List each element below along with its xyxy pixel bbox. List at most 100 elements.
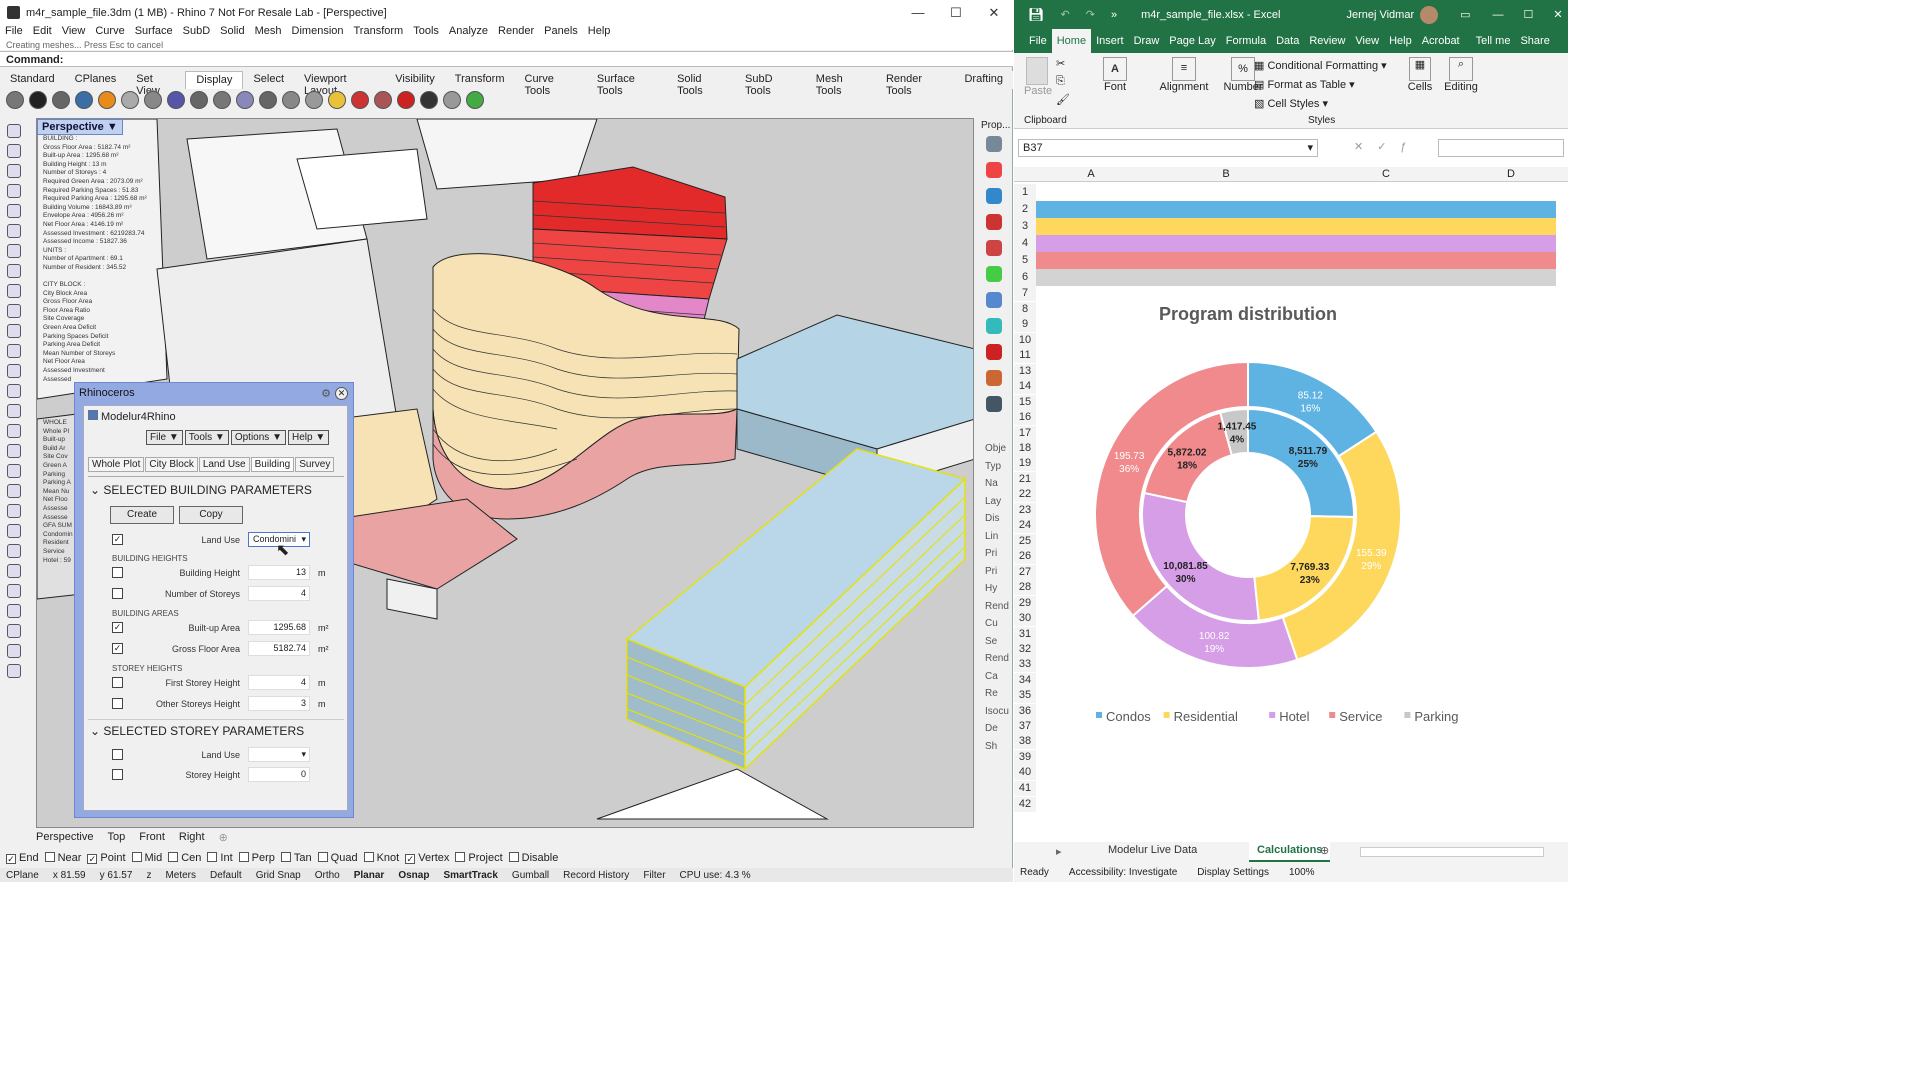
row-number[interactable]: 24: [1014, 518, 1036, 533]
status-osnap[interactable]: Osnap: [398, 870, 429, 881]
row-number[interactable]: 13: [1014, 364, 1036, 379]
status-display-settings[interactable]: Display Settings: [1197, 867, 1269, 878]
land-use-checkbox[interactable]: ✓: [112, 534, 123, 545]
checkbox[interactable]: [168, 852, 179, 862]
ribbon-tab-review[interactable]: Review: [1304, 29, 1350, 53]
status-gumball[interactable]: Gumball: [512, 870, 549, 881]
modeling-tool-icon[interactable]: [7, 584, 21, 598]
tab-select[interactable]: Select: [243, 71, 294, 89]
ribbon-tab-share[interactable]: Share: [1515, 29, 1554, 53]
display-tool-icon[interactable]: [420, 91, 438, 109]
viewport-tab-right[interactable]: Right: [179, 831, 205, 844]
status-planar[interactable]: Planar: [354, 870, 385, 881]
modeling-tool-icon[interactable]: [7, 244, 21, 258]
storey-height-field[interactable]: 0: [248, 767, 310, 782]
row-number[interactable]: 16: [1014, 410, 1036, 425]
tab-visibility[interactable]: Visibility: [385, 71, 445, 89]
osnap-quad[interactable]: Quad: [317, 852, 358, 864]
ribbon-tab-page-lay[interactable]: Page Lay: [1164, 29, 1220, 53]
cell-parking[interactable]: [1306, 269, 1416, 286]
redo-icon[interactable]: ↷: [1086, 8, 1095, 21]
row-number[interactable]: 15: [1014, 395, 1036, 410]
tab-surface-tools[interactable]: Surface Tools: [587, 71, 667, 97]
viewport-tab-top[interactable]: Top: [107, 831, 125, 844]
row-number[interactable]: 34: [1014, 673, 1036, 688]
panel-tool-icon[interactable]: [986, 162, 1002, 178]
osnap-cen[interactable]: Cen: [168, 852, 201, 864]
row-number[interactable]: 41: [1014, 781, 1036, 796]
modeling-tool-icon[interactable]: [7, 604, 21, 618]
modeling-tool-icon[interactable]: [7, 504, 21, 518]
panel-tool-icon[interactable]: [986, 318, 1002, 334]
plugin-menu-help[interactable]: Help ▼: [287, 430, 330, 445]
gear-icon[interactable]: ⚙: [321, 387, 331, 400]
row-number[interactable]: 4: [1014, 235, 1036, 252]
status-record-history[interactable]: Record History: [563, 870, 629, 881]
modeling-tool-icon[interactable]: [7, 264, 21, 278]
tab-drafting[interactable]: Drafting: [954, 71, 1013, 89]
copy-icon[interactable]: ⎘: [1056, 75, 1065, 88]
display-tool-icon[interactable]: [6, 91, 24, 109]
modeling-tool-icon[interactable]: [7, 284, 21, 298]
row-number[interactable]: 21: [1014, 472, 1036, 487]
row-number[interactable]: 19: [1014, 456, 1036, 471]
cell-gfa[interactable]: [1146, 252, 1256, 269]
row-number[interactable]: 2: [1014, 201, 1036, 218]
row-number[interactable]: 26: [1014, 549, 1036, 564]
menu-subd[interactable]: SubD: [178, 25, 216, 40]
save-icon[interactable]: 💾︎: [1028, 7, 1045, 23]
cell-investment[interactable]: [1480, 218, 1556, 235]
plugin-tab-city-block[interactable]: City Block: [145, 457, 198, 472]
modeling-tool-icon[interactable]: [7, 124, 21, 138]
more-icon[interactable]: »: [1111, 9, 1117, 21]
cell-investment[interactable]: [1480, 235, 1556, 252]
ribbon-tab-data[interactable]: Data: [1271, 29, 1304, 53]
first-storey-field[interactable]: 4: [248, 675, 310, 690]
status-smarttrack[interactable]: SmartTrack: [443, 870, 497, 881]
osnap-perp[interactable]: Perp: [238, 852, 275, 864]
display-tool-icon[interactable]: [351, 91, 369, 109]
checkbox[interactable]: [280, 852, 291, 862]
status-filter[interactable]: Filter: [643, 870, 665, 881]
storeys-checkbox[interactable]: [112, 588, 123, 599]
column-title[interactable]: [1306, 184, 1466, 201]
tab-set-view[interactable]: Set View: [126, 71, 185, 97]
modeling-tool-icon[interactable]: [7, 424, 21, 438]
row-number[interactable]: 36: [1014, 704, 1036, 719]
storey-land-use-checkbox[interactable]: [112, 749, 123, 760]
column-header-b[interactable]: B: [1146, 168, 1306, 180]
tab-mesh-tools[interactable]: Mesh Tools: [806, 71, 876, 97]
display-tool-icon[interactable]: [190, 91, 208, 109]
ribbon-display-icon[interactable]: ▭: [1460, 8, 1470, 21]
ribbon-tab-home[interactable]: Home: [1051, 29, 1092, 53]
maximize-icon[interactable]: ☐: [1524, 8, 1534, 21]
panel-tool-icon[interactable]: [986, 344, 1002, 360]
storey-land-use-select[interactable]: ▾: [248, 747, 310, 762]
formula-input[interactable]: [1438, 139, 1564, 157]
display-tool-icon[interactable]: [466, 91, 484, 109]
display-tool-icon[interactable]: [144, 91, 162, 109]
section-building-params[interactable]: ⌄ SELECTED BUILDING PARAMETERS: [90, 483, 312, 497]
osnap-near[interactable]: Near: [44, 852, 81, 864]
panel-tool-icon[interactable]: [986, 188, 1002, 204]
display-tool-icon[interactable]: [236, 91, 254, 109]
status-ortho[interactable]: Ortho: [315, 870, 340, 881]
program-distribution-chart[interactable]: Program distribution 85.12 16% 155.39 29% 10…: [1036, 290, 1560, 738]
add-sheet-icon[interactable]: ⊕: [1320, 844, 1329, 857]
row-number[interactable]: 11: [1014, 348, 1036, 363]
display-tool-icon[interactable]: [75, 91, 93, 109]
row-number[interactable]: 22: [1014, 487, 1036, 502]
checkbox[interactable]: ✓: [87, 854, 98, 864]
modeling-tool-icon[interactable]: [7, 344, 21, 358]
plugin-tab-whole-plot[interactable]: Whole Plot: [88, 457, 145, 472]
column-title[interactable]: [1146, 184, 1306, 201]
dialog-close-button[interactable]: ✕: [335, 387, 348, 400]
cell-gfa[interactable]: [1146, 218, 1256, 235]
add-viewport-icon[interactable]: ⊕: [219, 831, 228, 844]
sheet-tab-calculations[interactable]: Calculations: [1249, 842, 1331, 862]
cell-program[interactable]: [1038, 235, 1144, 252]
cell-program[interactable]: [1038, 201, 1144, 218]
row-number[interactable]: 33: [1014, 657, 1036, 672]
tab-standard[interactable]: Standard: [0, 71, 65, 89]
other-storeys-checkbox[interactable]: [112, 698, 123, 709]
